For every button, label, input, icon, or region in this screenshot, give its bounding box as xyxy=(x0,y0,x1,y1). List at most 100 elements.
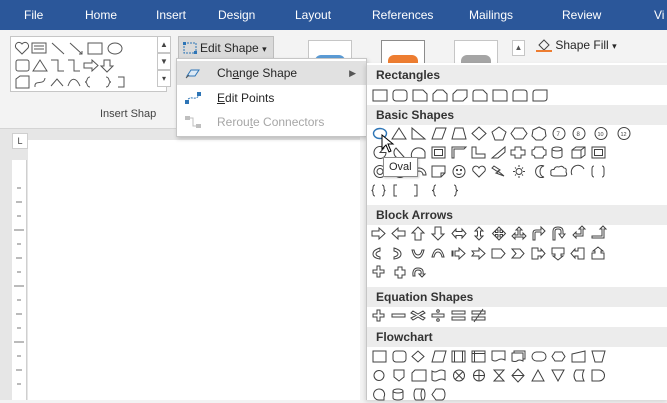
shape-styles-scroll-up[interactable]: ▲ xyxy=(512,40,525,56)
change-shape-label-pre: Ch xyxy=(217,66,233,80)
shape-moon xyxy=(535,165,545,178)
insert-shapes-group-label: Insert Shap xyxy=(100,108,157,120)
shape-diagonal-stripe xyxy=(490,145,506,159)
shape-left-arrow-callout xyxy=(570,247,585,260)
shape-cross xyxy=(510,146,526,159)
gallery-scroll-up[interactable]: ▲ xyxy=(157,36,171,53)
svg-text:12: 12 xyxy=(621,132,627,138)
category-basic-shapes: Basic Shapes xyxy=(367,105,667,125)
mouse-pointer-icon xyxy=(381,134,395,153)
shape-arc xyxy=(570,164,585,176)
shape-flowchart-punched-tape xyxy=(431,369,446,382)
shape-l-shape xyxy=(471,146,486,159)
tab-layout[interactable]: Layout xyxy=(295,0,331,30)
tab-view[interactable]: Vi xyxy=(654,0,664,30)
tab-references[interactable]: References xyxy=(372,0,433,30)
tab-file[interactable]: File xyxy=(24,0,43,30)
shape-flowchart-manual-input xyxy=(571,350,586,363)
edit-shape-button[interactable]: Edit Shape ▾ xyxy=(178,36,274,60)
shape-flowchart-predefined-process xyxy=(451,350,466,363)
svg-text:8: 8 xyxy=(577,132,581,138)
shape-flowchart-magnetic-disk xyxy=(392,388,404,401)
shape-pentagon-arrow xyxy=(491,248,506,259)
gallery-expand[interactable]: ▾ xyxy=(157,70,171,87)
ruler-ticks xyxy=(14,187,24,385)
change-shape-label-post: nge Shape xyxy=(239,66,298,80)
shape-cube xyxy=(571,146,586,159)
shape-curved-down-arrow xyxy=(431,248,445,258)
gallery-scroll-down[interactable]: ▼ xyxy=(157,53,171,70)
shape-flowchart-decision xyxy=(411,350,425,363)
category-flowchart: Flowchart xyxy=(367,327,667,347)
shape-striped-right-arrow xyxy=(451,246,466,261)
shape-hexagon xyxy=(510,127,528,140)
shape-flowchart-data xyxy=(431,350,447,363)
tab-selector[interactable]: L xyxy=(12,133,28,149)
shape-snip-single-corner-rectangle xyxy=(412,89,428,102)
shape-rectangle xyxy=(372,89,388,102)
shape-flowchart-display xyxy=(431,388,446,401)
shape-right-arrow-callout xyxy=(531,247,546,260)
shape-flowchart-connector xyxy=(373,370,385,381)
menu-item-reroute-connectors[interactable]: Reroute Connectors xyxy=(177,110,366,134)
shape-not-equal xyxy=(471,308,486,323)
shape-parallelogram xyxy=(431,127,447,140)
shape-equal xyxy=(451,310,466,315)
menu-item-edit-points[interactable]: Edit Points xyxy=(177,86,366,110)
shape-left-right-arrow-callout xyxy=(394,266,406,279)
category-rectangles: Rectangles xyxy=(367,65,667,85)
category-block-arrows: Block Arrows xyxy=(367,205,667,225)
shape-down-arrow-callout xyxy=(551,247,565,261)
reroute-label-pre: Rerou xyxy=(217,115,250,129)
shape-fill-button[interactable]: Shape Fill ▾ xyxy=(536,38,617,52)
shape-can xyxy=(551,146,563,159)
tab-insert[interactable]: Insert xyxy=(156,0,186,30)
edit-shape-icon xyxy=(183,42,197,54)
shape-division xyxy=(436,309,440,313)
shape-chevron xyxy=(510,248,525,259)
shape-up-down-arrow xyxy=(473,226,485,241)
shape-heptagon xyxy=(531,126,547,141)
gallery-row-3 xyxy=(15,75,125,89)
shape-up-arrow xyxy=(410,226,426,241)
shape-flowchart-collate xyxy=(492,369,506,382)
shape-circular-arrow xyxy=(412,267,427,278)
edit-shape-label: Edit Shape xyxy=(200,41,259,55)
shape-plus xyxy=(372,309,385,322)
shape-down-arrow xyxy=(430,226,446,241)
shape-flowchart-preparation xyxy=(551,351,566,362)
shape-curved-left-arrow xyxy=(393,247,402,260)
svg-text:10: 10 xyxy=(598,132,604,138)
block-arrows-row-2 xyxy=(372,246,605,261)
shape-curved-right-arrow xyxy=(372,247,381,260)
shape-pentagon xyxy=(491,126,507,141)
ribbon-tab-bar: File Home Insert Design Layout Reference… xyxy=(0,0,667,30)
shape-cloud xyxy=(550,165,568,177)
submenu-arrow-icon: ▶ xyxy=(349,68,356,78)
tab-mailings[interactable]: Mailings xyxy=(469,0,513,30)
shape-flowchart-sort xyxy=(511,368,525,383)
shape-snip-same-side-corner-rectangle xyxy=(432,89,448,102)
flowchart-row-2 xyxy=(373,368,605,383)
shape-flowchart-sequential-access-storage xyxy=(373,388,386,401)
shape-bevel xyxy=(591,146,606,159)
edit-points-label-post: dit Points xyxy=(225,91,275,105)
shape-double-brace xyxy=(371,184,386,197)
shape-flowchart-stored-data xyxy=(573,369,585,382)
shape-right-arrow xyxy=(371,226,386,241)
shape-left-arrow xyxy=(391,226,406,241)
shape-bent-arrow xyxy=(532,225,546,241)
tab-home[interactable]: Home xyxy=(85,0,117,30)
shape-sun xyxy=(515,168,523,175)
document-page[interactable] xyxy=(28,140,360,400)
menu-item-change-shape[interactable]: Change Shape ▶ xyxy=(177,61,366,85)
shape-flowchart-document xyxy=(491,350,506,362)
shape-multiply xyxy=(410,310,426,321)
insert-shapes-gallery[interactable] xyxy=(10,36,167,92)
tab-review[interactable]: Review xyxy=(562,0,601,30)
tab-design[interactable]: Design xyxy=(218,0,255,30)
block-arrows-row-3 xyxy=(372,265,427,279)
gallery-row-1 xyxy=(14,41,123,55)
shape-left-right-up-arrow xyxy=(511,226,527,241)
shape-flowchart-delay xyxy=(591,369,605,382)
